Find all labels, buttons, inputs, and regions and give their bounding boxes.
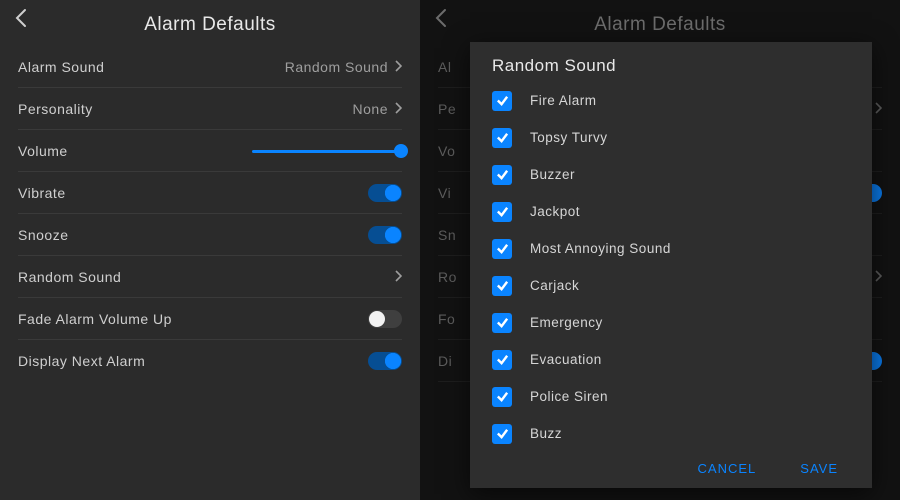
row-vibrate: Vibrate — [18, 172, 402, 214]
back-icon — [434, 8, 448, 33]
label: Fade Alarm Volume Up — [18, 311, 172, 327]
chevron-right-icon — [394, 59, 402, 75]
cancel-button[interactable]: CANCEL — [698, 461, 757, 476]
settings-panel-dim: Alarm Defaults Al Pe Vo Vi Sn Ro — [420, 0, 900, 500]
sound-option[interactable]: Most Annoying Sound — [492, 230, 850, 267]
checkbox-checked-icon[interactable] — [492, 276, 512, 296]
checkbox-checked-icon[interactable] — [492, 165, 512, 185]
save-button[interactable]: SAVE — [800, 461, 838, 476]
label: Personality — [18, 101, 93, 117]
checkbox-checked-icon[interactable] — [492, 239, 512, 259]
checkbox-checked-icon[interactable] — [492, 424, 512, 444]
checkbox-checked-icon[interactable] — [492, 128, 512, 148]
sound-option-label: Fire Alarm — [530, 93, 597, 108]
checkbox-checked-icon[interactable] — [492, 387, 512, 407]
chevron-right-icon — [394, 269, 402, 285]
bg-label: Vi — [438, 185, 451, 201]
value: None — [353, 101, 388, 117]
label: Alarm Sound — [18, 59, 104, 75]
chevron-right-icon — [874, 101, 882, 117]
header-dim: Alarm Defaults — [420, 0, 900, 44]
label: Display Next Alarm — [18, 353, 145, 369]
label: Random Sound — [18, 269, 121, 285]
bg-label: Pe — [438, 101, 456, 117]
row-fade-up: Fade Alarm Volume Up — [18, 298, 402, 340]
bg-label: Fo — [438, 311, 455, 327]
row-volume: Volume — [18, 130, 402, 172]
row-snooze: Snooze — [18, 214, 402, 256]
sound-option-label: Buzz — [530, 426, 562, 441]
bg-label: Ro — [438, 269, 457, 285]
bg-label: Al — [438, 59, 451, 75]
sound-option[interactable]: Jackpot — [492, 193, 850, 230]
sound-option[interactable]: Buzz — [492, 415, 850, 451]
sound-option-label: Most Annoying Sound — [530, 241, 671, 256]
sound-option-label: Buzzer — [530, 167, 575, 182]
checkbox-checked-icon[interactable] — [492, 350, 512, 370]
sound-option-label: Evacuation — [530, 352, 602, 367]
display-next-toggle[interactable] — [368, 352, 402, 370]
row-alarm-sound[interactable]: Alarm Sound Random Sound — [18, 46, 402, 88]
page-title: Alarm Defaults — [144, 14, 276, 36]
sound-option-label: Emergency — [530, 315, 603, 330]
sound-option-label: Topsy Turvy — [530, 130, 608, 145]
sound-option-label: Jackpot — [530, 204, 580, 219]
settings-panel: Alarm Defaults Alarm Sound Random Sound … — [0, 0, 420, 500]
sound-option[interactable]: Evacuation — [492, 341, 850, 378]
checkbox-checked-icon[interactable] — [492, 313, 512, 333]
vibrate-toggle[interactable] — [368, 184, 402, 202]
back-icon[interactable] — [14, 8, 28, 33]
volume-slider[interactable] — [252, 141, 402, 161]
sound-option[interactable]: Topsy Turvy — [492, 119, 850, 156]
slider-thumb-icon[interactable] — [394, 144, 408, 158]
header: Alarm Defaults — [0, 0, 420, 44]
dialog-title: Random Sound — [470, 56, 872, 82]
sound-option[interactable]: Police Siren — [492, 378, 850, 415]
value: Random Sound — [285, 59, 388, 75]
label: Vibrate — [18, 185, 66, 201]
sound-option[interactable]: Emergency — [492, 304, 850, 341]
sound-option[interactable]: Buzzer — [492, 156, 850, 193]
fade-up-toggle[interactable] — [368, 310, 402, 328]
chevron-right-icon — [394, 101, 402, 117]
random-sound-dialog: Random Sound Fire Alarm Topsy Turvy Buzzer… — [470, 42, 872, 488]
checkbox-checked-icon[interactable] — [492, 202, 512, 222]
sound-option[interactable]: Fire Alarm — [492, 82, 850, 119]
label: Snooze — [18, 227, 68, 243]
chevron-right-icon — [874, 269, 882, 285]
page-title-dim: Alarm Defaults — [594, 14, 726, 36]
bg-label: Sn — [438, 227, 456, 243]
row-personality[interactable]: Personality None — [18, 88, 402, 130]
snooze-toggle[interactable] — [368, 226, 402, 244]
sound-option[interactable]: Carjack — [492, 267, 850, 304]
bg-label: Vo — [438, 143, 455, 159]
checkbox-checked-icon[interactable] — [492, 91, 512, 111]
sound-option-label: Carjack — [530, 278, 579, 293]
bg-label: Di — [438, 353, 452, 369]
row-random-sound[interactable]: Random Sound — [18, 256, 402, 298]
row-display-next: Display Next Alarm — [18, 340, 402, 382]
label: Volume — [18, 143, 68, 159]
sound-option-label: Police Siren — [530, 389, 608, 404]
